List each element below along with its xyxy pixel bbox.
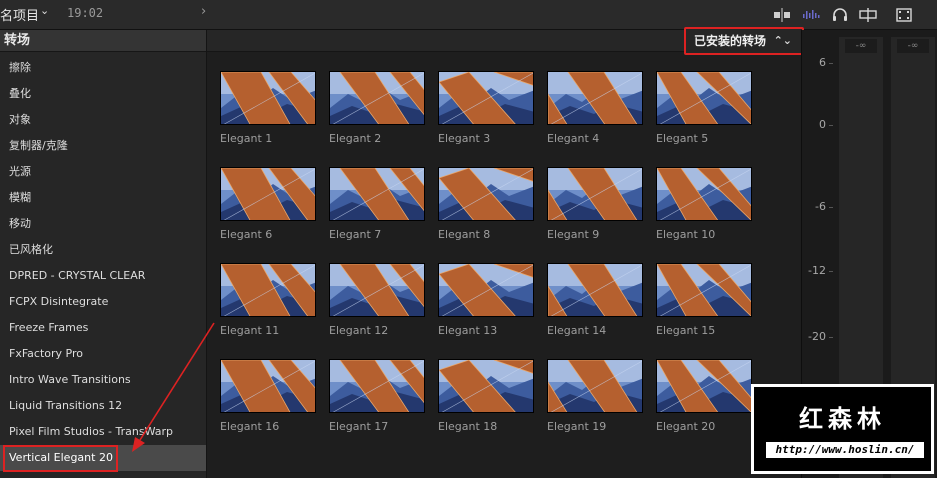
final-cut-window: 名项目 ⌄ 19:02 › 转场 擦除 叠化 对象 复制器/克隆 光源 模糊 移动 已风格化 D… xyxy=(0,0,937,478)
watermark-url: http://www.hoslin.cn/ xyxy=(766,442,924,458)
watermark-title: 红森林 xyxy=(799,404,886,433)
watermark: 红森林 http://www.hoslin.cn/ xyxy=(751,384,934,474)
